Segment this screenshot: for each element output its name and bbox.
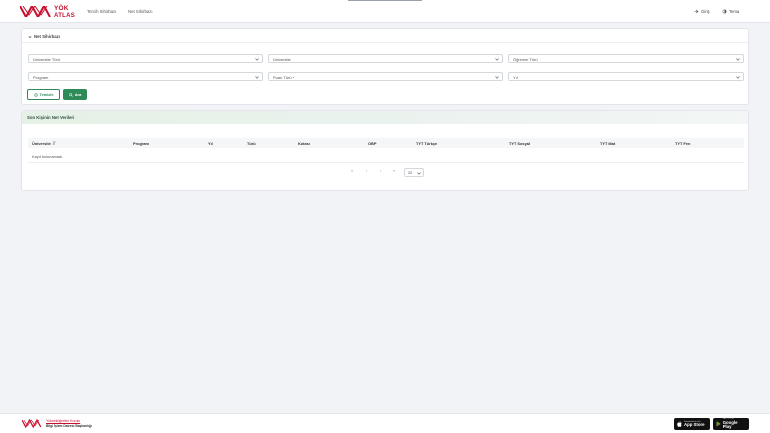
column-header-tyt-social: TYT Sosyal bbox=[509, 140, 530, 146]
google-play-icon bbox=[716, 421, 721, 427]
program-select[interactable]: Program bbox=[28, 72, 263, 81]
theme-button[interactable]: Tema bbox=[722, 9, 739, 14]
page-size-select[interactable]: 20 bbox=[404, 168, 424, 177]
education-type-value: Öğrenim Türü bbox=[513, 56, 538, 62]
chevron-down-icon bbox=[255, 57, 259, 61]
nav-tercih-sihirbazi[interactable]: Tercih Sihirbazı bbox=[87, 9, 116, 14]
column-header-university[interactable]: Üniversite bbox=[32, 141, 56, 146]
column-header-tyt-turkish: TYT Türkçe bbox=[416, 140, 438, 146]
footer-org-link[interactable]: Yükseköğretim Kurulu bbox=[46, 419, 80, 423]
theme-icon bbox=[722, 9, 727, 14]
results-header: Son Kişinin Net Verileri bbox=[22, 111, 748, 124]
chevron-down-icon bbox=[736, 57, 740, 61]
divider bbox=[28, 162, 744, 163]
login-icon bbox=[694, 9, 699, 14]
column-header-year: Yıl bbox=[208, 140, 213, 146]
university-type-select[interactable]: Üniversite Türü bbox=[28, 54, 263, 63]
university-value: Üniversite bbox=[273, 56, 291, 62]
filter-panel: Net Sihirbazı Üniversite Türü Üniversite… bbox=[21, 28, 749, 105]
year-value: Yıl bbox=[513, 74, 518, 80]
app-store-big: App Store bbox=[684, 421, 705, 427]
app-store-badge[interactable]: Download on the App Store bbox=[674, 418, 710, 430]
login-button[interactable]: Giriş bbox=[694, 9, 710, 14]
search-label: Ara bbox=[74, 92, 82, 97]
google-play-big: Google Play bbox=[722, 419, 738, 430]
next-page-button[interactable]: › bbox=[380, 168, 381, 173]
footer: Yükseköğretim Kurulu Bilgi İşlem Dairesi… bbox=[0, 413, 770, 433]
yok-atlas-logo[interactable]: YÖK ATLAS bbox=[20, 4, 78, 20]
column-header-tyt-science: TYT Fen bbox=[675, 140, 691, 146]
results-panel: Son Kişinin Net Verileri Üniversite Prog… bbox=[21, 110, 749, 191]
column-header-program: Program bbox=[133, 140, 149, 146]
login-label: Giriş bbox=[701, 9, 710, 14]
page-size-value: 20 bbox=[408, 170, 413, 175]
search-icon bbox=[68, 92, 73, 97]
search-button[interactable]: Ara bbox=[63, 89, 87, 100]
chevron-down-icon bbox=[495, 57, 499, 61]
education-type-select[interactable]: Öğrenim Türü bbox=[508, 54, 744, 63]
loading-indicator bbox=[348, 0, 422, 1]
chevron-down-icon bbox=[255, 75, 259, 79]
column-label: Üniversite bbox=[32, 140, 51, 146]
university-select[interactable]: Üniversite bbox=[268, 54, 503, 63]
apple-icon bbox=[677, 421, 682, 427]
footer-org-subtitle: Bilgi İşlem Dairesi Başkanlığı bbox=[46, 424, 92, 428]
score-type-value: Puan Türü * bbox=[273, 74, 295, 80]
last-page-button[interactable]: » bbox=[393, 168, 395, 173]
divider bbox=[22, 42, 748, 43]
top-bar: YÖK ATLAS Tercih Sihirbazı Net Sihirbazı… bbox=[0, 0, 770, 23]
year-select[interactable]: Yıl bbox=[508, 72, 744, 81]
chevron-down-icon bbox=[736, 75, 740, 79]
yok-footer-logo-icon[interactable] bbox=[22, 419, 42, 428]
column-header-tyt-math: TYT Mat bbox=[600, 140, 616, 146]
google-play-badge[interactable]: GET IT ON Google Play bbox=[713, 418, 749, 430]
logo-text-bottom: ATLAS bbox=[54, 12, 76, 19]
table-header: Üniversite Program Yıl Türü Kotası OBP T… bbox=[28, 138, 744, 148]
first-page-button[interactable]: « bbox=[351, 168, 353, 173]
chevron-down-icon bbox=[495, 75, 499, 79]
results-title: Son Kişinin Net Verileri bbox=[27, 115, 75, 120]
filter-panel-title: Net Sihirbazı bbox=[34, 34, 61, 39]
empty-message: Kayıt bulunamadı. bbox=[32, 154, 64, 159]
clear-label: Temizle bbox=[39, 92, 54, 97]
program-value: Program bbox=[33, 74, 49, 80]
logo-text-top: YÖK bbox=[54, 5, 69, 12]
chevron-down-icon bbox=[28, 35, 32, 38]
chevron-down-icon bbox=[416, 171, 421, 175]
column-header-obp: OBP bbox=[368, 140, 377, 146]
university-type-value: Üniversite Türü bbox=[33, 56, 61, 62]
yok-logo-icon bbox=[20, 6, 51, 17]
filter-panel-toggle[interactable]: Net Sihirbazı bbox=[28, 34, 60, 39]
nav-net-sihirbazi[interactable]: Net Sihirbazı bbox=[128, 9, 153, 14]
theme-label: Tema bbox=[729, 9, 740, 14]
sort-icon[interactable] bbox=[52, 141, 56, 145]
column-header-type: Türü bbox=[247, 140, 256, 146]
clear-icon bbox=[33, 92, 38, 97]
column-header-quota: Kotası bbox=[298, 140, 310, 146]
score-type-select[interactable]: Puan Türü * bbox=[268, 72, 503, 81]
prev-page-button[interactable]: ‹ bbox=[366, 168, 367, 173]
clear-button[interactable]: Temizle bbox=[27, 89, 60, 100]
